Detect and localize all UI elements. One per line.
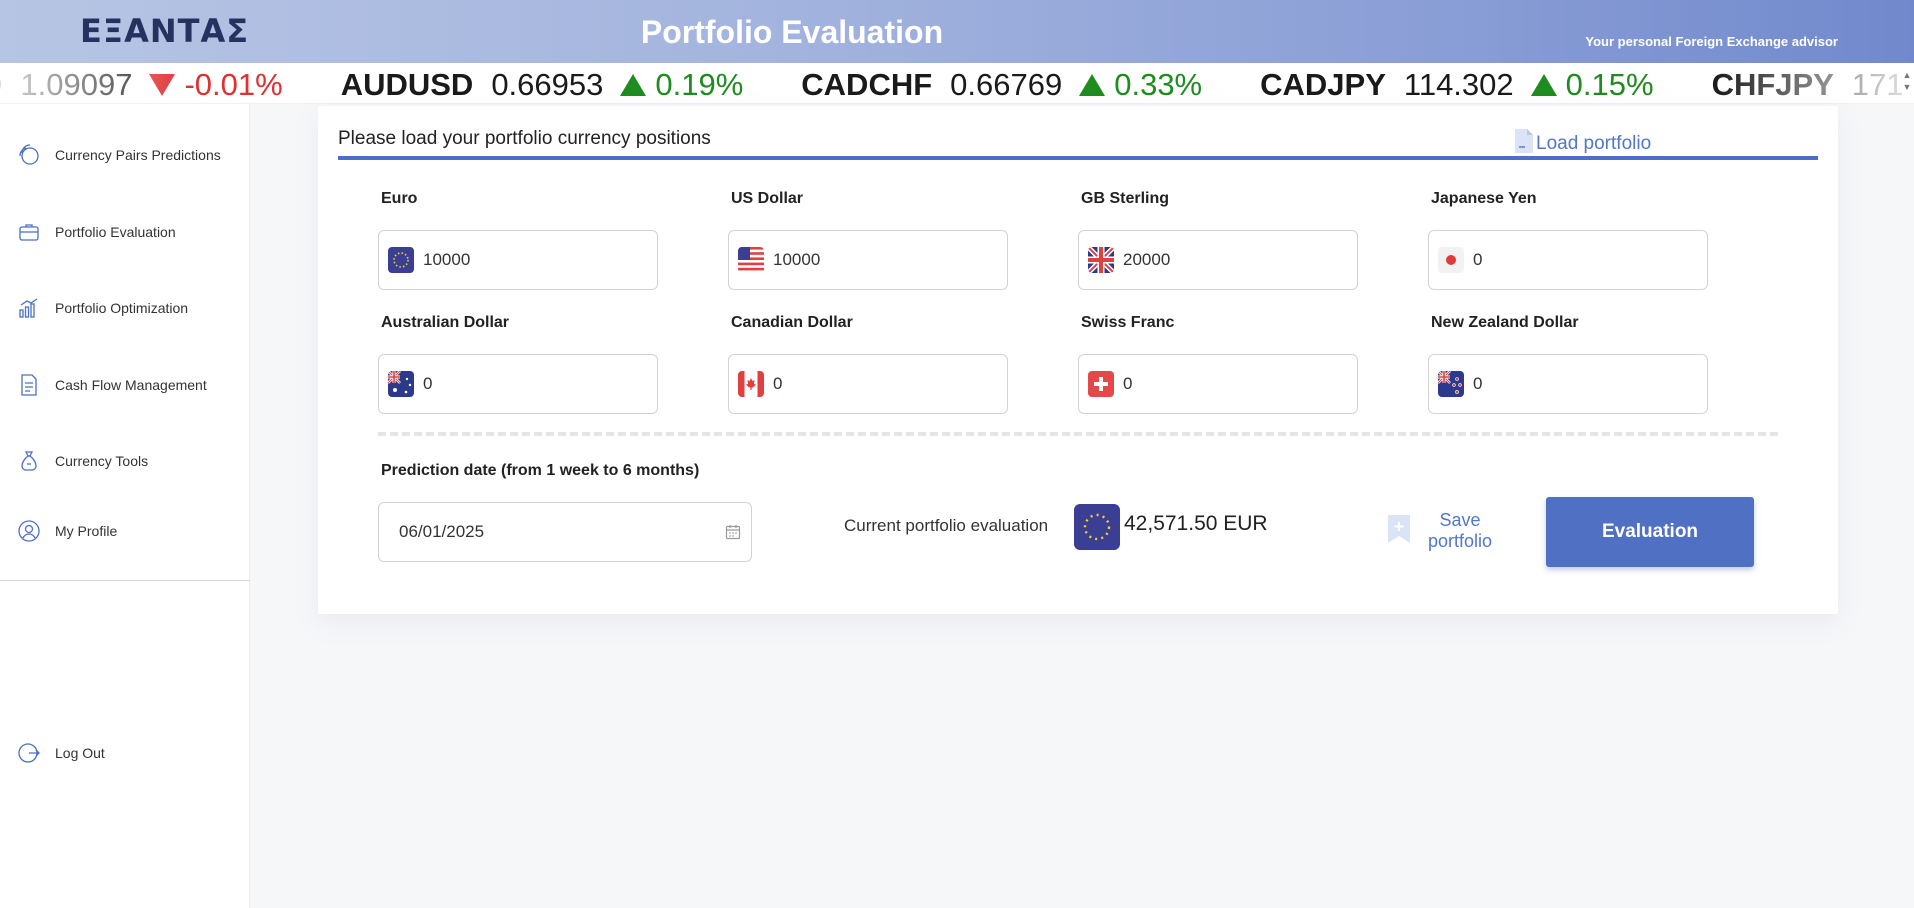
- arrow-up-icon: [620, 74, 647, 96]
- eu-flag-icon: [1074, 504, 1120, 550]
- prediction-date-value: 06/01/2025: [399, 522, 485, 541]
- sidebar-item-label: Portfolio Optimization: [55, 300, 189, 316]
- swiss-franc-value: 0: [1123, 374, 1133, 393]
- sidebar-item-label: Cash Flow Management: [55, 377, 207, 393]
- logout-label: Log Out: [55, 745, 105, 761]
- ca-flag-icon: [738, 371, 764, 397]
- japanese-yen-value: 0: [1473, 250, 1483, 269]
- nz-flag-icon: [1438, 371, 1464, 397]
- arrow-up-icon: [1079, 74, 1106, 96]
- eu-flag-icon: [388, 247, 414, 273]
- au-flag-icon: [388, 371, 414, 397]
- ticker-item: CADJPY 114.302 0.15%: [1260, 67, 1653, 103]
- us-dollar-value: 10000: [773, 250, 821, 269]
- japanese-yen-label: Japanese Yen: [1431, 190, 1537, 207]
- ticker-item: AUDUSD 0.66953 0.19%: [341, 67, 744, 103]
- ticker-change: 0.33%: [1114, 67, 1203, 102]
- user-circle-icon: [16, 518, 42, 544]
- sidebar-divider: [0, 580, 250, 581]
- sidebar-item-portfolio-evaluation[interactable]: Portfolio Evaluation: [16, 219, 176, 245]
- gb-sterling-field[interactable]: 20000: [1078, 230, 1358, 290]
- euro-field[interactable]: 10000: [378, 230, 658, 290]
- logout-button[interactable]: Log Out: [16, 740, 105, 766]
- us-flag-icon: [738, 247, 764, 273]
- card-prompt: Please load your portfolio currency posi…: [338, 128, 711, 149]
- australian-dollar-value: 0: [423, 374, 433, 393]
- ticker-symbol: CADJPY: [1260, 67, 1386, 102]
- ticker-track: D1.09097-0.01%AUDUSD0.669530.19%CADCHF0.…: [0, 67, 1914, 103]
- evaluation-label: Current portfolio evaluation: [844, 516, 1049, 535]
- sidebar-item-portfolio-optimization[interactable]: Portfolio Optimization: [16, 295, 188, 321]
- us-dollar-field[interactable]: 10000: [728, 230, 1008, 290]
- logout-icon: [16, 740, 42, 766]
- australian-dollar-field[interactable]: 0: [378, 354, 658, 414]
- money-bag-icon: [16, 448, 42, 474]
- ticker-price: 114.302: [1403, 67, 1514, 102]
- us-dollar-label: US Dollar: [731, 190, 804, 207]
- file-icon: [1512, 128, 1536, 160]
- sidebar-item-label: Currency Pairs Predictions: [55, 147, 221, 163]
- euro-value: 10000: [423, 250, 471, 269]
- briefcase-icon: [16, 219, 42, 245]
- sidebar: Currency Pairs Predictions Portfolio Eva…: [0, 104, 250, 908]
- new-zealand-dollar-field[interactable]: 0: [1428, 354, 1708, 414]
- sidebar-item-label: Currency Tools: [55, 453, 149, 469]
- australian-dollar-label: Australian Dollar: [381, 314, 510, 331]
- portfolio-card: Please load your portfolio currency posi…: [318, 106, 1838, 614]
- new-zealand-dollar-label: New Zealand Dollar: [1431, 314, 1579, 331]
- prediction-date-label: Prediction date (from 1 week to 6 months…: [381, 462, 700, 479]
- canadian-dollar-field[interactable]: 0: [728, 354, 1008, 414]
- swiss-franc-field[interactable]: 0: [1078, 354, 1358, 414]
- ticker-change: -0.01%: [184, 67, 283, 102]
- sidebar-item-cash-flow-management[interactable]: Cash Flow Management: [16, 372, 207, 398]
- bookmark-icon: [1386, 513, 1412, 550]
- euro-label: Euro: [381, 190, 418, 207]
- arrow-up-icon: [1530, 74, 1557, 96]
- document-icon: [16, 372, 42, 398]
- calendar-icon[interactable]: [725, 524, 741, 545]
- gb-sterling-value: 20000: [1123, 250, 1171, 269]
- currency-ticker: D1.09097-0.01%AUDUSD0.669530.19%CADCHF0.…: [0, 63, 1914, 104]
- save-portfolio-button[interactable]: Save portfolio: [1386, 510, 1500, 552]
- ticker-item: CADCHF 0.66769 0.33%: [801, 67, 1202, 103]
- canadian-dollar-label: Canadian Dollar: [731, 314, 853, 331]
- ticker-fade-right: [1714, 63, 1914, 103]
- sidebar-item-currency-tools[interactable]: Currency Tools: [16, 448, 148, 474]
- canadian-dollar-value: 0: [773, 374, 783, 393]
- ticker-scroll-arrows[interactable]: ▲ ▼: [1902, 69, 1912, 97]
- card-header: Please load your portfolio currency posi…: [338, 126, 1818, 160]
- prediction-date-field[interactable]: 06/01/2025: [378, 502, 752, 562]
- save-portfolio-label: Save portfolio: [1427, 510, 1493, 551]
- swiss-franc-label: Swiss Franc: [1081, 314, 1175, 331]
- ticker-price: 0.66953: [491, 67, 604, 102]
- sidebar-item-currency-pairs-predictions[interactable]: Currency Pairs Predictions: [16, 142, 221, 168]
- evaluation-value: 42,571.50 EUR: [1124, 512, 1268, 535]
- ticker-symbol: AUDUSD: [340, 67, 474, 102]
- ticker-change: 0.15%: [1565, 67, 1654, 102]
- new-zealand-dollar-value: 0: [1473, 374, 1483, 393]
- evaluation-button[interactable]: Evaluation: [1546, 497, 1754, 567]
- sidebar-item-label: Portfolio Evaluation: [55, 224, 176, 240]
- ticker-change: 0.19%: [655, 67, 744, 102]
- jp-flag-icon: [1438, 247, 1464, 273]
- japanese-yen-field[interactable]: 0: [1428, 230, 1708, 290]
- section-divider: [378, 432, 1778, 436]
- ticker-price: 0.66769: [950, 67, 1063, 102]
- gb-flag-icon: [1088, 247, 1114, 273]
- sidebar-item-my-profile[interactable]: My Profile: [16, 518, 117, 544]
- header-tagline: Your personal Foreign Exchange advisor: [1585, 34, 1838, 49]
- load-portfolio-button[interactable]: Load portfolio: [1512, 128, 1651, 160]
- coins-icon: [16, 142, 42, 168]
- ticker-fade-left: [0, 63, 190, 103]
- gb-sterling-label: GB Sterling: [1081, 190, 1170, 207]
- app-header: ΕΞΑΝΤΑΣ Portfolio Evaluation Your person…: [0, 0, 1914, 63]
- ch-flag-icon: [1088, 371, 1114, 397]
- ticker-symbol: CADCHF: [801, 67, 933, 102]
- load-portfolio-label: Load portfolio: [1536, 133, 1652, 154]
- page-title-text: Portfolio Evaluation: [640, 14, 944, 50]
- bar-chart-icon: [16, 295, 42, 321]
- sidebar-item-label: My Profile: [55, 523, 118, 539]
